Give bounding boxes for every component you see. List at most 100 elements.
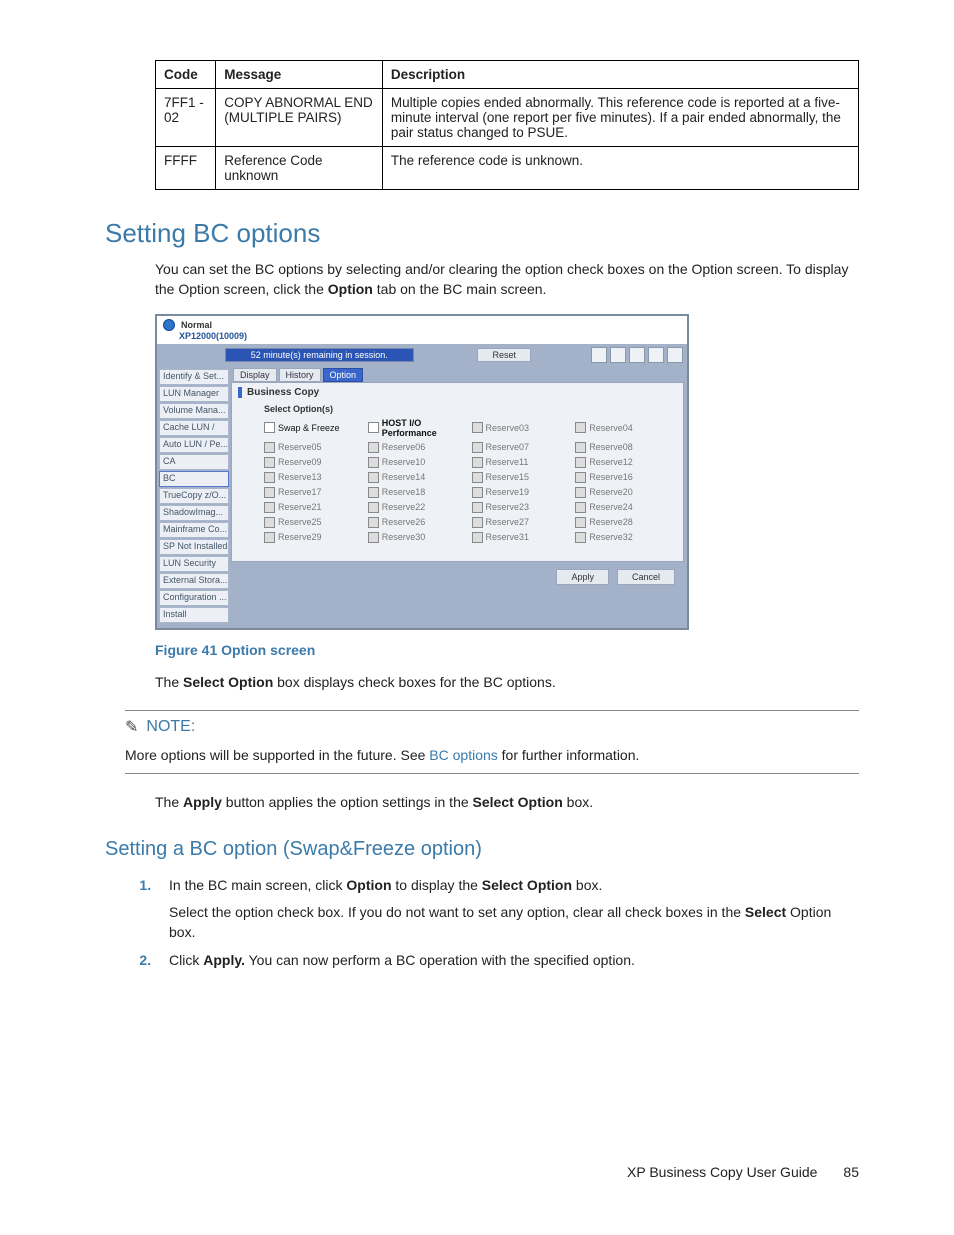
option-label: Reserve14 (382, 472, 426, 482)
bold-term: Apply. (203, 952, 245, 968)
figure-tabs: Display History Option (231, 366, 684, 382)
toolbar-icon[interactable] (648, 347, 664, 363)
option-reserve: Reserve14 (368, 472, 464, 483)
toolbar-icon[interactable] (591, 347, 607, 363)
checkbox-icon (575, 457, 586, 468)
sidebar-item[interactable]: Configuration ... (159, 590, 229, 606)
apply-paragraph: The Apply button applies the option sett… (155, 792, 859, 812)
text: box. (572, 877, 602, 893)
checkbox-icon[interactable] (264, 422, 275, 433)
sidebar-item[interactable]: SP Not Installed (159, 539, 229, 555)
divider (125, 773, 859, 774)
option-reserve: Reserve07 (472, 442, 568, 453)
option-reserve: Reserve19 (472, 487, 568, 498)
option-swap-freeze[interactable]: Swap & Freeze (264, 418, 360, 438)
text: More options will be supported in the fu… (125, 747, 429, 763)
sidebar-item[interactable]: External Stora... (159, 573, 229, 589)
checkbox-icon (472, 457, 483, 468)
reset-button[interactable]: Reset (477, 348, 531, 362)
steps-list: In the BC main screen, click Option to d… (139, 875, 859, 970)
text: The (155, 674, 183, 690)
select-option-title: Select Option(s) (264, 404, 671, 414)
text: box. (563, 794, 593, 810)
tab-display[interactable]: Display (233, 368, 277, 382)
figure-sidebar: Identify & Set... LUN Manager Volume Man… (157, 366, 231, 626)
sidebar-item[interactable]: Cache LUN / (159, 420, 229, 436)
step-1: In the BC main screen, click Option to d… (155, 875, 859, 942)
step-subtext: Select the option check box. If you do n… (169, 902, 859, 943)
checkbox-icon (368, 532, 379, 543)
business-copy-panel: Business Copy Select Option(s) Swap & Fr… (231, 382, 684, 562)
toolbar-icon[interactable] (629, 347, 645, 363)
sidebar-item[interactable]: CA (159, 454, 229, 470)
checkbox-icon (472, 472, 483, 483)
col-description: Description (382, 61, 858, 89)
checkbox-icon (575, 532, 586, 543)
sidebar-item[interactable]: Install (159, 607, 229, 623)
checkbox-icon (368, 502, 379, 513)
sidebar-item[interactable]: Auto LUN / Pe... (159, 437, 229, 453)
option-reserve: Reserve32 (575, 532, 671, 543)
text: Click (169, 952, 203, 968)
note-heading-text: NOTE: (146, 718, 195, 736)
cancel-button[interactable]: Cancel (617, 569, 675, 585)
tab-option[interactable]: Option (323, 368, 364, 382)
option-host-io[interactable]: HOST I/O Performance (368, 418, 464, 438)
option-label: Reserve30 (382, 532, 426, 542)
option-label: Reserve24 (589, 502, 633, 512)
cell-message: COPY ABNORMAL END (MULTIPLE PAIRS) (216, 89, 383, 147)
checkbox-icon[interactable] (368, 422, 379, 433)
sidebar-item[interactable]: ShadowImag... (159, 505, 229, 521)
option-reserve: Reserve15 (472, 472, 568, 483)
option-label: Reserve10 (382, 457, 426, 467)
cell-description: Multiple copies ended abnormally. This r… (382, 89, 858, 147)
checkbox-icon (264, 442, 275, 453)
bold-term: Select (745, 904, 786, 920)
checkbox-icon (264, 502, 275, 513)
sidebar-item[interactable]: Mainframe Co... (159, 522, 229, 538)
sidebar-item[interactable]: Volume Mana... (159, 403, 229, 419)
toolbar-icon[interactable] (667, 347, 683, 363)
session-remaining: 52 minute(s) remaining in session. (225, 348, 414, 362)
text: The (155, 794, 183, 810)
checkbox-icon (368, 472, 379, 483)
device-label: XP12000(10009) (157, 331, 687, 344)
option-reserve: Reserve20 (575, 487, 671, 498)
sidebar-item-bc[interactable]: BC (159, 471, 229, 487)
page: Code Message Description 7FF1 - 02 COPY … (0, 0, 954, 1235)
option-reserve: Reserve27 (472, 517, 568, 528)
apply-button[interactable]: Apply (556, 569, 609, 585)
status-indicator-icon (163, 319, 175, 331)
table-row: 7FF1 - 02 COPY ABNORMAL END (MULTIPLE PA… (156, 89, 859, 147)
sidebar-item[interactable]: Identify & Set... (159, 369, 229, 385)
figure-toolbar: 52 minute(s) remaining in session. Reset (157, 344, 687, 366)
col-code: Code (156, 61, 216, 89)
checkbox-icon (575, 442, 586, 453)
bold-term: Apply (183, 794, 222, 810)
bc-options-link[interactable]: BC options (429, 747, 497, 763)
checkbox-icon (472, 442, 483, 453)
option-label: Reserve08 (589, 442, 633, 452)
option-label: Reserve17 (278, 487, 322, 497)
panel-header: Business Copy (238, 387, 677, 398)
option-reserve: Reserve05 (264, 442, 360, 453)
text: In the BC main screen, click (169, 877, 346, 893)
tab-history[interactable]: History (279, 368, 321, 382)
table-header-row: Code Message Description (156, 61, 859, 89)
option-label: Reserve26 (382, 517, 426, 527)
toolbar-icon[interactable] (610, 347, 626, 363)
panel-title: Business Copy (247, 387, 319, 398)
option-label: Reserve03 (486, 423, 530, 433)
checkbox-icon (472, 502, 483, 513)
option-grid: Swap & Freeze HOST I/O Performance Reser… (264, 418, 671, 543)
sidebar-item[interactable]: LUN Manager (159, 386, 229, 402)
option-reserve: Reserve21 (264, 502, 360, 513)
option-label: Reserve25 (278, 517, 322, 527)
sidebar-item[interactable]: LUN Security (159, 556, 229, 572)
option-reserve: Reserve28 (575, 517, 671, 528)
option-reserve: Reserve16 (575, 472, 671, 483)
panel-button-row: Apply Cancel (556, 569, 675, 585)
option-reserve: Reserve08 (575, 442, 671, 453)
figure-main: Display History Option Business Copy Sel… (231, 366, 687, 626)
sidebar-item[interactable]: TrueCopy z/O... (159, 488, 229, 504)
